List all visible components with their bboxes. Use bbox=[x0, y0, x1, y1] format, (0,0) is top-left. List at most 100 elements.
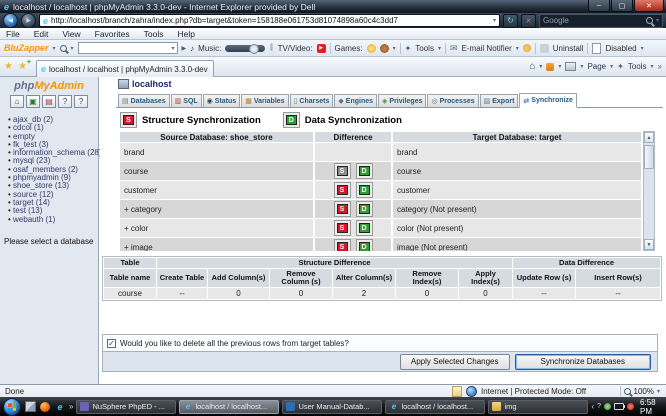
address-input[interactable]: e http://localhost/branch/zahra/index.ph… bbox=[39, 14, 500, 27]
play-button[interactable]: ▶ bbox=[182, 45, 187, 52]
back-button[interactable]: ◀ bbox=[3, 13, 18, 28]
zoom-control[interactable]: 100% ▾ bbox=[620, 386, 660, 396]
tab-variables[interactable]: ▦Variables bbox=[241, 94, 288, 107]
combo-dropdown-icon[interactable]: ▾ bbox=[172, 45, 175, 52]
data-sync-button[interactable]: D bbox=[356, 182, 373, 198]
synchronize-databases-button[interactable]: Synchronize Databases bbox=[515, 354, 652, 370]
refresh-button[interactable]: ↻ bbox=[503, 14, 518, 28]
structure-sync-button[interactable]: S bbox=[334, 239, 351, 251]
query-window-icon[interactable]: ▤ bbox=[42, 95, 56, 108]
mysql-docs-icon[interactable]: ? bbox=[74, 95, 88, 108]
address-dropdown-icon[interactable]: ▾ bbox=[493, 17, 496, 24]
structure-sync-button[interactable]: S bbox=[334, 182, 351, 198]
browser-tab[interactable]: e localhost / localhost | phpMyAdmin 3.3… bbox=[36, 60, 214, 77]
taskbar-button[interactable]: elocalhost / localhost... bbox=[179, 400, 279, 414]
structure-sync-button[interactable]: S bbox=[334, 163, 351, 179]
menu-item-edit[interactable]: Edit bbox=[34, 29, 49, 39]
tab-engines[interactable]: ◆Engines bbox=[334, 94, 377, 107]
video-site-icon[interactable]: ▶ bbox=[317, 44, 326, 53]
tab-privileges[interactable]: ◈Privileges bbox=[378, 94, 426, 107]
tray-help-icon[interactable]: ? bbox=[597, 403, 601, 410]
disabled-dropdown-icon[interactable]: ▾ bbox=[641, 45, 644, 52]
search-dropdown-icon[interactable]: ▾ bbox=[656, 17, 659, 24]
page-dropdown-icon[interactable]: ▾ bbox=[610, 63, 613, 70]
close-button[interactable]: ✕ bbox=[634, 0, 664, 12]
data-sync-button[interactable]: D bbox=[356, 239, 373, 251]
toolbar-search-box[interactable]: ▾ bbox=[78, 42, 178, 54]
scroll-track[interactable] bbox=[644, 143, 654, 239]
battery-icon[interactable] bbox=[614, 403, 624, 410]
quicklaunch-overflow-icon[interactable]: » bbox=[69, 402, 73, 411]
volume-knob[interactable] bbox=[249, 44, 259, 54]
page-menu[interactable]: Page bbox=[587, 62, 606, 71]
disabled-label[interactable]: Disabled bbox=[605, 44, 636, 53]
overflow-icon[interactable]: » bbox=[658, 62, 662, 71]
tab-status[interactable]: ◉Status bbox=[203, 94, 241, 107]
tab-synchronize[interactable]: ⇄Synchronize bbox=[519, 93, 577, 108]
game-basketball-icon[interactable] bbox=[380, 44, 389, 53]
feeds-dropdown-icon[interactable]: ▾ bbox=[558, 63, 561, 70]
pma-docs-icon[interactable]: ? bbox=[58, 95, 72, 108]
taskbar-button[interactable]: elocalhost / localhost... bbox=[385, 400, 485, 414]
email-dropdown-icon[interactable]: ▾ bbox=[516, 45, 519, 52]
favorites-star-icon[interactable]: ★ bbox=[4, 61, 13, 72]
maximize-button[interactable]: ▢ bbox=[611, 0, 633, 12]
taskbar-button[interactable]: img bbox=[488, 400, 588, 414]
feeds-icon[interactable] bbox=[546, 63, 554, 71]
print-icon[interactable] bbox=[565, 62, 576, 71]
uninstall-label[interactable]: Uninstall bbox=[553, 44, 584, 53]
database-link[interactable]: webauth (1) bbox=[8, 216, 98, 224]
tab-charsets[interactable]: ▯Charsets bbox=[290, 94, 334, 107]
ie-quicklaunch-icon[interactable]: e bbox=[54, 401, 66, 413]
scroll-down-icon[interactable]: ▼ bbox=[644, 239, 654, 250]
bluzapper-dropdown-icon[interactable]: ▾ bbox=[53, 45, 56, 52]
tray-chevron-icon[interactable]: ‹ bbox=[591, 402, 594, 411]
scroll-thumb[interactable] bbox=[644, 145, 654, 169]
data-sync-button[interactable]: D bbox=[356, 220, 373, 236]
zoom-level[interactable]: 100% bbox=[634, 387, 654, 396]
scroll-up-icon[interactable]: ▲ bbox=[644, 132, 654, 143]
tray-status-icon[interactable] bbox=[604, 403, 611, 410]
games-dropdown-icon[interactable]: ▾ bbox=[393, 45, 396, 52]
add-favorite-icon[interactable]: ★ bbox=[18, 61, 27, 72]
tab-databases[interactable]: ▤Databases bbox=[118, 94, 170, 107]
taskbar-button[interactable]: NuSphere PhpED - ... bbox=[76, 400, 176, 414]
start-button[interactable] bbox=[3, 398, 21, 416]
tools-menu-dropdown-icon[interactable]: ▾ bbox=[651, 63, 654, 70]
taskbar-button[interactable]: User Manual-Datab... bbox=[282, 400, 382, 414]
minimize-button[interactable]: – bbox=[588, 0, 610, 12]
firefox-icon[interactable] bbox=[39, 401, 51, 413]
tray-alert-icon[interactable] bbox=[627, 403, 634, 410]
structure-sync-button[interactable]: S bbox=[334, 220, 351, 236]
forward-button[interactable]: ▶ bbox=[21, 13, 36, 28]
tab-processes[interactable]: ◎Processes bbox=[427, 94, 478, 107]
apply-selected-changes-button[interactable]: Apply Selected Changes bbox=[400, 354, 510, 370]
show-desktop-icon[interactable] bbox=[24, 401, 36, 413]
home-icon[interactable]: ⌂ bbox=[529, 61, 535, 72]
game-ball-icon[interactable] bbox=[367, 44, 376, 53]
tools-menu[interactable]: Tools bbox=[628, 62, 647, 71]
search-icon[interactable] bbox=[646, 17, 653, 24]
menu-item-favorites[interactable]: Favorites bbox=[95, 29, 130, 39]
menu-item-tools[interactable]: Tools bbox=[144, 29, 164, 39]
toolbar-search-icon[interactable] bbox=[60, 45, 67, 52]
email-notifier-label[interactable]: E-mail Notifier bbox=[462, 44, 512, 53]
print-dropdown-icon[interactable]: ▾ bbox=[580, 63, 583, 70]
volume-slider[interactable] bbox=[225, 45, 265, 52]
logout-icon[interactable]: ▣ bbox=[26, 95, 40, 108]
clock[interactable]: 6:58 PM bbox=[640, 398, 660, 416]
tab-sql[interactable]: ▥SQL bbox=[171, 94, 202, 107]
delete-rows-checkbox[interactable]: ✓ bbox=[107, 339, 116, 348]
data-sync-button[interactable]: D bbox=[356, 201, 373, 217]
menu-item-file[interactable]: File bbox=[6, 29, 20, 39]
tab-export[interactable]: ▧Export bbox=[480, 94, 519, 107]
zoom-dropdown-icon[interactable]: ▾ bbox=[657, 388, 660, 395]
stop-button[interactable]: ✕ bbox=[521, 14, 536, 28]
home-icon[interactable]: ⌂ bbox=[10, 95, 24, 108]
home-dropdown-icon[interactable]: ▾ bbox=[539, 63, 542, 70]
data-sync-button[interactable]: D bbox=[356, 163, 373, 179]
structure-sync-button[interactable]: S bbox=[334, 201, 351, 217]
menu-item-view[interactable]: View bbox=[62, 29, 80, 39]
toolbar-tools-label[interactable]: Tools bbox=[415, 44, 434, 53]
search-input[interactable]: Google ▾ bbox=[539, 14, 663, 28]
